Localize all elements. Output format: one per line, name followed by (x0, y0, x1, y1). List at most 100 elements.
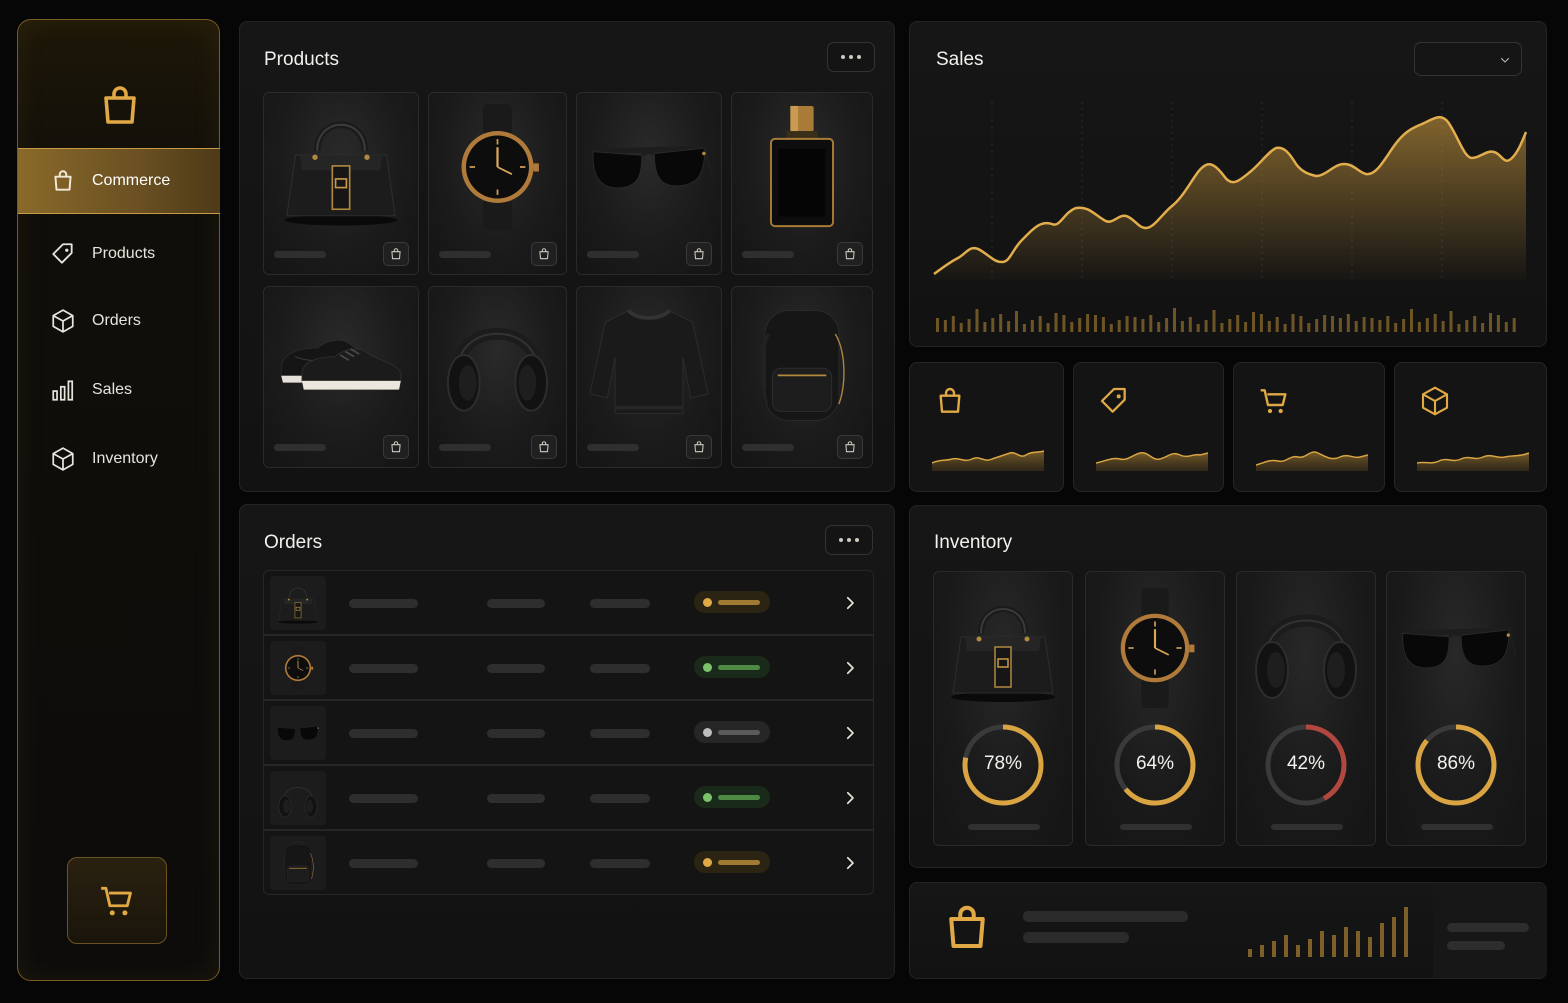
shopping-bag-icon (843, 247, 857, 261)
product-card[interactable] (428, 92, 567, 275)
volume-bar (1331, 316, 1334, 332)
chevron-down-icon (1499, 54, 1511, 66)
order-placeholder (349, 729, 418, 738)
box-icon (1419, 385, 1451, 417)
sales-title: Sales (936, 49, 984, 70)
order-status-badge (694, 786, 770, 808)
shopping-bag-icon (692, 440, 706, 454)
volume-bar (1338, 318, 1342, 332)
volume-bar (1236, 315, 1240, 332)
volume-bar (967, 319, 971, 332)
volume-bar (1370, 318, 1374, 332)
product-card[interactable] (263, 286, 419, 468)
volume-bar (1015, 311, 1018, 332)
tag-icon (1098, 385, 1130, 417)
sidebar-item-orders[interactable]: Orders (18, 288, 220, 354)
stat-card-tags[interactable] (1073, 362, 1224, 492)
product-card[interactable] (731, 286, 873, 468)
sales-period-dropdown[interactable] (1414, 42, 1522, 76)
shopping-bag-icon (537, 247, 551, 261)
add-to-bag-button[interactable] (531, 435, 557, 459)
volume-bar (1133, 317, 1137, 332)
volume-bar (1149, 315, 1153, 332)
order-thumbnail-headphones (270, 771, 326, 825)
add-to-bag-button[interactable] (686, 435, 712, 459)
product-card[interactable] (263, 92, 419, 275)
volume-bar (1425, 318, 1429, 332)
add-to-bag-button[interactable] (383, 435, 409, 459)
order-status-badge (694, 591, 770, 613)
sales-area (934, 117, 1526, 281)
order-row[interactable] (263, 635, 874, 700)
volume-bar (1141, 319, 1145, 332)
volume-bar (1417, 322, 1421, 332)
volume-bar (1394, 323, 1398, 332)
shopping-bag-icon (96, 80, 144, 132)
products-more-button[interactable] (827, 42, 875, 72)
sidebar-item-products[interactable]: Products (18, 221, 220, 287)
order-placeholder (590, 859, 650, 868)
inventory-card[interactable]: 86% (1386, 571, 1526, 846)
product-card[interactable] (576, 92, 722, 275)
inventory-name-placeholder (968, 824, 1040, 830)
chevron-right-icon[interactable] (841, 723, 859, 743)
volume-bar (1038, 316, 1042, 332)
volume-bar (1070, 322, 1074, 332)
inventory-card[interactable]: 42% (1236, 571, 1376, 846)
order-placeholder (590, 729, 650, 738)
volume-bar (1196, 324, 1200, 332)
add-to-bag-button[interactable] (686, 242, 712, 266)
order-row[interactable] (263, 765, 874, 830)
stat-card-bags[interactable] (909, 362, 1064, 492)
add-to-bag-button[interactable] (383, 242, 409, 266)
product-image-headphones (429, 287, 566, 435)
add-to-bag-button[interactable] (531, 242, 557, 266)
inventory-card[interactable]: 78% (933, 571, 1073, 846)
chevron-right-icon[interactable] (841, 853, 859, 873)
order-placeholder (590, 599, 650, 608)
summary-placeholder (1023, 932, 1129, 943)
product-name-placeholder (439, 444, 491, 451)
inventory-name-placeholder (1271, 824, 1343, 830)
shopping-bag-icon (389, 440, 403, 454)
volume-bar (1386, 316, 1390, 332)
product-card[interactable] (576, 286, 722, 468)
inventory-title: Inventory (934, 532, 1013, 553)
inventory-card[interactable]: 64% (1085, 571, 1225, 846)
cart-button[interactable] (67, 857, 167, 944)
tag-icon (50, 241, 76, 267)
sidebar-item-commerce[interactable]: Commerce (18, 148, 220, 214)
add-to-bag-button[interactable] (837, 242, 863, 266)
order-row[interactable] (263, 570, 874, 635)
sidebar-item-inventory[interactable]: Inventory (18, 426, 220, 492)
chevron-right-icon[interactable] (841, 788, 859, 808)
sidebar: Commerce Products Orders Sales Inventory (17, 19, 220, 981)
summary-bar (1344, 927, 1348, 957)
orders-more-button[interactable] (825, 525, 873, 555)
sidebar-item-label: Sales (92, 381, 133, 398)
volume-bar (1496, 315, 1500, 332)
inventory-image-handbag (934, 580, 1072, 715)
volume-bar (1354, 321, 1358, 332)
product-card[interactable] (731, 92, 873, 275)
product-card[interactable] (428, 286, 567, 468)
stat-card-cart[interactable] (1233, 362, 1385, 492)
order-row[interactable] (263, 700, 874, 765)
sidebar-item-sales[interactable]: Sales (18, 357, 220, 423)
volume-bar (1362, 317, 1366, 332)
order-row[interactable] (263, 830, 874, 895)
volume-bar (959, 323, 963, 332)
summary-bar (1368, 937, 1372, 957)
volume-bar (1323, 315, 1327, 332)
chevron-right-icon[interactable] (841, 593, 859, 613)
volume-bar (1402, 319, 1406, 332)
volume-bar (951, 316, 955, 332)
order-status-badge (694, 721, 770, 743)
product-name-placeholder (439, 251, 491, 258)
chevron-right-icon[interactable] (841, 658, 859, 678)
product-image-backpack (732, 287, 872, 435)
volume-bar (1117, 320, 1121, 332)
volume-bar (999, 314, 1003, 332)
add-to-bag-button[interactable] (837, 435, 863, 459)
stat-card-boxes[interactable] (1394, 362, 1547, 492)
